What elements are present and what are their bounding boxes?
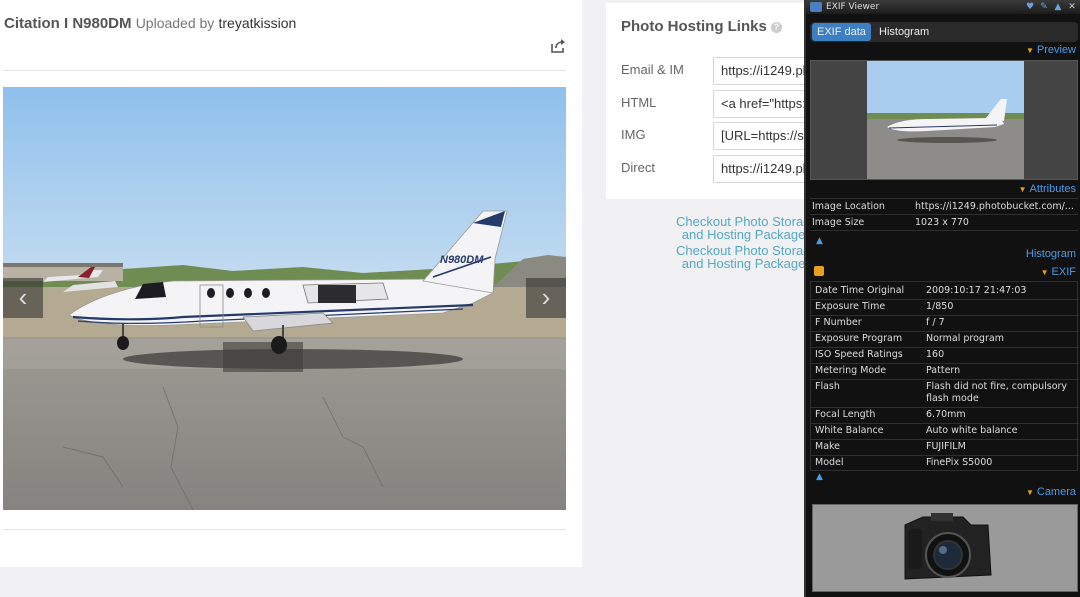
link-label: Email & IM [621,62,684,77]
divider [3,529,566,530]
exif-viewer-titlebar[interactable]: EXIF Viewer ♥ ✎ ▲ ✕ [806,0,1080,14]
section-histogram-toggle[interactable]: Histogram [1026,248,1076,260]
triangle-down-icon: ▼ [1025,46,1034,55]
preview-box [810,60,1078,180]
section-camera-toggle[interactable]: ▼ Camera [1026,486,1076,498]
promo-line: and Hosting Packages [681,227,812,242]
uploader-username[interactable]: treyatkission [218,15,296,31]
triangle-down-icon: ▼ [1018,185,1027,194]
attribute-key: Image Size [812,217,865,228]
exif-value: 2009:10:17 21:47:03 [926,285,1027,296]
photo-name: Citation I N980DM [4,15,132,32]
collapse-up-icon[interactable]: ▲ [816,236,823,246]
exif-key: Date Time Original [815,285,905,296]
section-label: Attributes [1029,183,1076,195]
exif-value: FUJIFILM [926,441,966,452]
link-label: Direct [621,160,655,175]
photo-title: Citation I N980DM Uploaded by treyatkiss… [4,15,296,32]
exif-key: Exposure Time [815,301,886,312]
collapse-up-icon[interactable]: ▲ [816,472,823,482]
exif-value: Normal program [926,333,1004,344]
exif-viewer-panel: EXIF Viewer ♥ ✎ ▲ ✕ EXIF data Histogram … [804,0,1080,597]
exif-value: FinePix S5000 [926,457,993,468]
exif-key: Model [815,457,844,468]
triangle-down-icon: ▼ [1025,488,1034,497]
promo-line: and Hosting Packages [681,256,812,271]
exif-key: F Number [815,317,862,328]
hosting-links-title-text: Photo Hosting Links [621,18,767,35]
exif-value: Auto white balance [926,425,1018,436]
chevron-right-icon[interactable]: › [526,278,566,318]
exif-key: Exposure Program [815,333,903,344]
exif-app-icon [810,2,822,12]
hosting-links-title: Photo Hosting Links? [621,18,782,35]
section-preview-toggle[interactable]: ▼ Preview [1026,44,1076,56]
exif-key: Make [815,441,841,452]
exif-key: White Balance [815,425,884,436]
exif-key: Focal Length [815,409,876,420]
section-exif-toggle[interactable]: ▼ EXIF [1041,266,1076,278]
section-label: Histogram [1025,248,1076,260]
link-label: IMG [621,127,646,142]
triangle-down-icon: ▼ [1040,268,1049,277]
preview-thumbnail [867,61,1024,179]
aircraft-photo[interactable]: N980DM [3,87,566,510]
exif-table: Date Time Original 2009:10:17 21:47:03 Exp… [810,281,1079,471]
link-label: HTML [621,95,657,110]
divider [3,70,566,71]
exif-key: Flash [815,381,840,392]
exif-value: 1/850 [926,301,954,312]
section-label: Preview [1036,44,1076,56]
exif-value: 160 [926,349,945,360]
camera-image [812,504,1078,592]
section-label: Camera [1036,486,1076,498]
section-label: EXIF [1051,266,1076,278]
tab-exif-data[interactable]: EXIF data [812,23,871,41]
exif-value: f / 7 [926,317,945,328]
exif-value: Flash did not fire, compulsory flash mod… [926,381,1068,404]
exif-key: Metering Mode [815,365,887,376]
warning-icon[interactable]: ▲ [1052,0,1064,14]
pin-icon[interactable]: ✎ [1038,0,1050,14]
close-icon[interactable]: ✕ [1066,0,1078,14]
chevron-left-icon[interactable]: ‹ [3,278,43,318]
help-icon[interactable]: ? [770,22,782,33]
exif-key: ISO Speed Ratings [815,349,903,360]
share-icon[interactable] [549,37,567,55]
storage-promo-link[interactable]: Checkout Photo Storage and Hosting Packa… [676,215,818,241]
exif-value: 6.70mm [926,409,966,420]
attribute-value: https://i1249.photobucket.com/... [915,201,1074,212]
storage-promo-link[interactable]: Checkout Photo Storage and Hosting Packa… [676,244,818,270]
section-attributes-toggle[interactable]: ▼ Attributes [1019,183,1076,195]
attribute-value: 1023 x 770 [915,217,969,228]
tail-number: N980DM [440,254,484,266]
heart-icon[interactable]: ♥ [1024,0,1036,14]
tab-histogram[interactable]: Histogram [874,23,934,41]
exif-tabs: EXIF data Histogram [810,22,1078,42]
photo-card: Citation I N980DM Uploaded by treyatkiss… [0,0,582,567]
exif-value: Pattern [926,365,961,376]
attribute-key: Image Location [812,201,885,212]
attributes-table: Image Location https://i1249.photobucket… [810,198,1078,232]
exif-viewer-title: EXIF Viewer [826,2,880,12]
hand-icon[interactable] [814,266,824,276]
uploaded-by-label: Uploaded by [135,15,215,31]
